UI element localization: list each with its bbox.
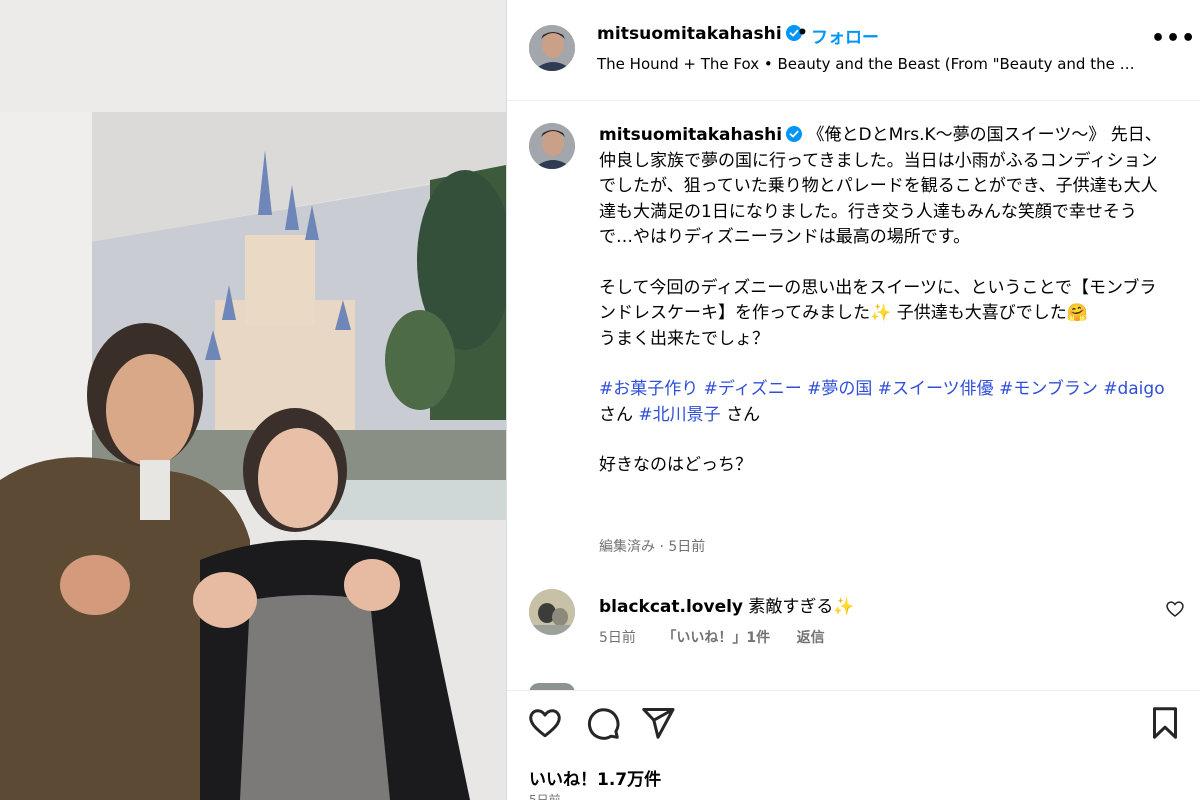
caption-username[interactable]: mitsuomitakahashi xyxy=(599,125,782,145)
commenter-username[interactable]: blackcat.lovely xyxy=(599,597,743,617)
post-detail-panel: mitsuomitakahashi • フォロー The Hound + The… xyxy=(506,0,1200,800)
comment-likes-link[interactable]: 「いいね！」1件 xyxy=(662,630,770,646)
post-photo[interactable] xyxy=(0,0,506,800)
action-bar: いいね！1.7万件 5日前 xyxy=(507,690,1200,800)
hashtag-link[interactable]: #お菓子作り xyxy=(599,379,698,399)
mention-suffix: さん xyxy=(726,404,761,425)
comment-heart-icon[interactable] xyxy=(1165,599,1185,619)
hashtag-link[interactable]: #モンブラン xyxy=(999,379,1098,399)
header-separator: • xyxy=(797,23,808,43)
comment-item: blackcat.lovely 素敵すぎる✨ 5日前 「いいね！」1件 返信 xyxy=(507,584,1200,654)
comment-bubble-icon[interactable] xyxy=(585,705,621,741)
photo-image xyxy=(0,0,506,800)
username-link[interactable]: mitsuomitakahashi xyxy=(597,24,802,44)
save-bookmark-icon[interactable] xyxy=(1147,705,1183,741)
hashtag-link[interactable]: #夢の国 xyxy=(807,379,872,399)
caption-para-2: そして今回のディズニーの思い出をスイーツに、ということで【モンブランドレスケーキ… xyxy=(599,276,1169,327)
hashtag-link[interactable]: #スイーツ俳優 xyxy=(878,379,994,399)
more-options-icon[interactable]: ••• xyxy=(1151,26,1195,56)
caption-hashtags: #お菓子作り #ディズニー #夢の国 #スイーツ俳優 #モンブラン #daigo… xyxy=(599,377,1169,428)
caption-para-1: mitsuomitakahashi 《俺とDとMrs.K〜夢の国スイーツ〜》 先… xyxy=(599,123,1169,251)
username-text[interactable]: mitsuomitakahashi xyxy=(597,24,782,44)
caption-body-3: うまく出来たでしょ？ xyxy=(599,328,769,349)
follow-button[interactable]: フォロー xyxy=(811,23,879,48)
comment-reply-button[interactable]: 返信 xyxy=(797,630,825,646)
caption-text: mitsuomitakahashi 《俺とDとMrs.K〜夢の国スイーツ〜》 先… xyxy=(599,123,1169,479)
hashtag-link[interactable]: #ディズニー xyxy=(704,379,802,399)
likes-count[interactable]: いいね！1.7万件 xyxy=(529,765,661,790)
caption-avatar[interactable] xyxy=(529,123,575,169)
avatar[interactable] xyxy=(529,25,575,71)
caption-para-3: うまく出来たでしょ？ xyxy=(599,327,1169,353)
share-send-icon[interactable] xyxy=(640,705,676,741)
hashtag-link[interactable]: #北川景子 xyxy=(638,405,720,425)
comment-meta: 5日前 「いいね！」1件 返信 xyxy=(599,627,847,647)
caption-title: 《俺とDとMrs.K〜夢の国スイーツ〜》 xyxy=(807,125,1106,145)
hashtag-link[interactable]: #daigo xyxy=(1103,379,1164,399)
caption-block: mitsuomitakahashi 《俺とDとMrs.K〜夢の国スイーツ〜》 先… xyxy=(507,101,1200,679)
caption-meta: 編集済み · 5日前 xyxy=(599,539,706,555)
verified-badge-icon xyxy=(786,126,803,142)
post-header: mitsuomitakahashi • フォロー The Hound + The… xyxy=(507,0,1200,101)
caption-body-4: 好きなのはどっち？ xyxy=(599,455,752,475)
like-heart-icon[interactable] xyxy=(527,705,563,741)
mention-suffix: さん xyxy=(599,404,633,425)
audio-track-link[interactable]: The Hound + The Fox • Beauty and the Bea… xyxy=(597,55,1137,73)
comment-age: 5日前 xyxy=(599,630,636,646)
comment-body: 素敵すぎる✨ xyxy=(748,597,855,617)
commenter-avatar[interactable] xyxy=(529,589,575,635)
caption-body-2: そして今回のディズニーの思い出をスイーツに、ということで【モンブランドレスケーキ… xyxy=(599,277,1157,324)
post-timestamp: 5日前 xyxy=(529,793,561,800)
caption-question: 好きなのはどっち？ xyxy=(599,453,1169,479)
comment-text: blackcat.lovely 素敵すぎる✨ xyxy=(599,592,855,617)
